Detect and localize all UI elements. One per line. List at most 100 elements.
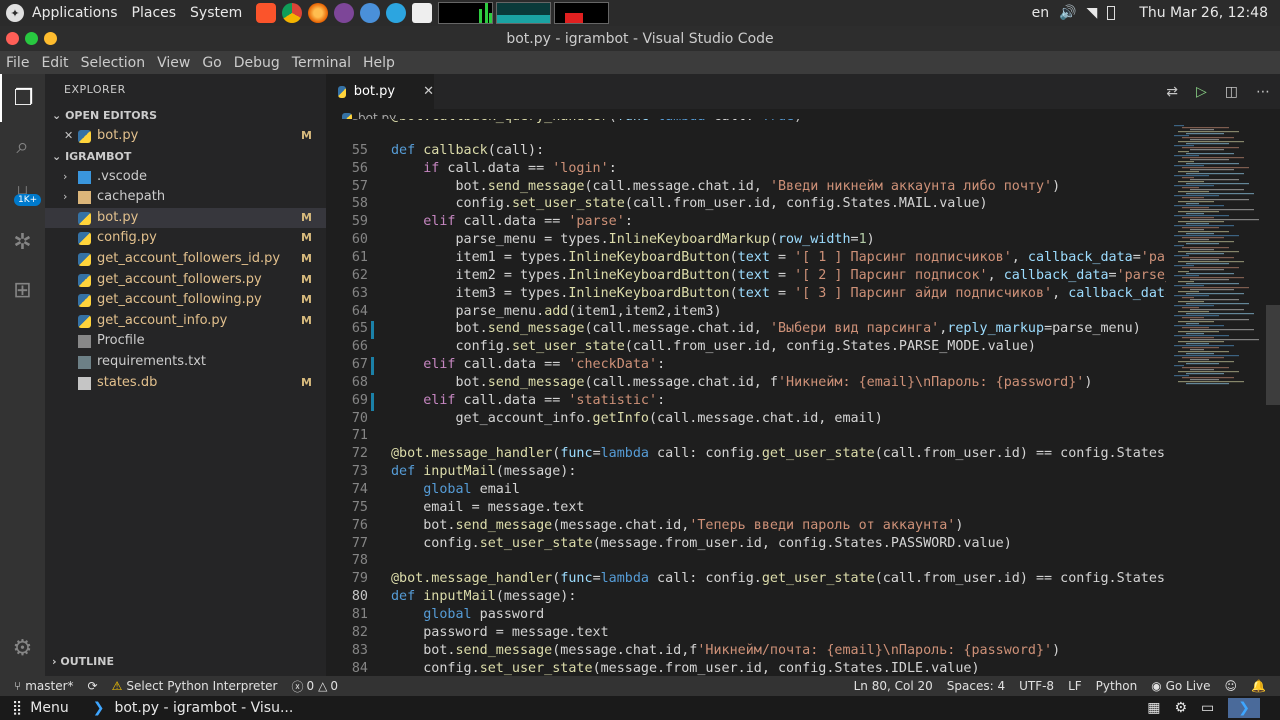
code-line[interactable]: bot.send_message(message.chat.id,f'Никне… [391, 643, 1060, 658]
code-line[interactable]: item2 = types.InlineKeyboardButton(text … [391, 268, 1166, 283]
code-line[interactable]: @bot.callback_query_handler(func=lambda … [391, 119, 802, 124]
feedback-icon[interactable]: ☺ [1225, 679, 1238, 693]
code-line[interactable]: parse_menu = types.InlineKeyboardMarkup(… [391, 232, 874, 247]
settings-gear-icon[interactable]: ⚙ [0, 624, 45, 672]
code-line[interactable]: elif call.data == 'parse': [391, 214, 633, 229]
firefox-icon[interactable] [308, 3, 329, 23]
notifications-icon[interactable]: 🔔 [1251, 679, 1266, 693]
code-line[interactable]: def callback(call): [391, 143, 544, 158]
encoding[interactable]: UTF-8 [1019, 679, 1054, 693]
close-icon[interactable]: ✕ [423, 84, 434, 99]
close-icon[interactable]: ✕ [64, 126, 73, 147]
outline-section[interactable]: › OUTLINE [45, 652, 114, 672]
code-line[interactable]: bot.send_message(call.message.chat.id, f… [391, 375, 1092, 390]
file-tree-item[interactable]: Procfile [45, 331, 326, 352]
terminal-icon[interactable] [412, 3, 433, 23]
tray-folder-icon[interactable]: ▭ [1201, 700, 1214, 716]
code-line[interactable]: global password [391, 607, 544, 622]
menu-view[interactable]: View [157, 55, 190, 71]
menu-debug[interactable]: Debug [234, 55, 280, 71]
menu-terminal[interactable]: Terminal [292, 55, 351, 71]
line-endings[interactable]: LF [1068, 679, 1082, 693]
taskbar-menu[interactable]: Menu [30, 700, 68, 716]
menu-file[interactable]: File [6, 55, 29, 71]
code-line[interactable]: parse_menu.add(item1,item2,item3) [391, 304, 721, 319]
code-line[interactable]: password = message.text [391, 625, 608, 640]
branch-name[interactable]: master* [25, 679, 73, 693]
code-editor[interactable]: 54 @bot.callback_query_handler(func=lambd… [326, 119, 1166, 676]
code-line[interactable]: if call.data == 'login': [391, 161, 617, 176]
explorer-icon[interactable]: ❐ [0, 74, 45, 122]
code-line[interactable]: bot.send_message(message.chat.id,'Теперь… [391, 518, 963, 533]
split-editor-icon[interactable]: ◫ [1225, 84, 1238, 100]
file-tree-item[interactable]: get_account_followers_id.py M [45, 249, 326, 270]
code-line[interactable]: config.set_user_state(call.from_user.id,… [391, 339, 1035, 354]
menu-help[interactable]: Help [363, 55, 395, 71]
extensions-icon[interactable]: ⊞ [0, 266, 45, 314]
code-line[interactable]: @bot.message_handler(func=lambda call: c… [391, 571, 1166, 586]
menu-selection[interactable]: Selection [81, 55, 146, 71]
project-section[interactable]: ⌄ IGRAMBOT [45, 147, 326, 167]
file-tree-item[interactable]: bot.py M [45, 207, 326, 229]
code-line[interactable]: global email [391, 482, 520, 497]
code-line[interactable]: elif call.data == 'statistic': [391, 393, 665, 408]
distro-logo-icon[interactable]: ✦ [6, 4, 24, 22]
python-interpreter[interactable]: Select Python Interpreter [126, 679, 277, 693]
code-line[interactable]: email = message.text [391, 500, 584, 515]
chrome-icon[interactable] [282, 3, 303, 23]
taskbar-task[interactable]: bot.py - igrambot - Visu... [114, 700, 293, 716]
errors-icon[interactable]: ⓧ [291, 678, 303, 695]
code-line[interactable]: elif call.data == 'checkData': [391, 357, 665, 372]
minimap[interactable] [1166, 119, 1266, 676]
more-actions-icon[interactable]: ⋯ [1256, 84, 1270, 100]
file-tree-item[interactable]: get_account_followers.py M [45, 270, 326, 291]
volume-icon[interactable]: 🔊 [1059, 5, 1076, 21]
code-line[interactable]: config.set_user_state(call.from_user.id,… [391, 196, 987, 211]
menu-go[interactable]: Go [202, 55, 221, 71]
minimize-window-button[interactable] [25, 32, 38, 45]
file-tree-item[interactable]: › cachepath [45, 187, 326, 208]
tray-vscode-icon[interactable]: ❯ [1228, 698, 1260, 718]
code-line[interactable]: bot.send_message(call.message.chat.id, '… [391, 179, 1060, 194]
clock[interactable]: Thu Mar 26, 12:48 [1139, 5, 1268, 21]
telegram-icon[interactable] [386, 3, 407, 23]
code-line[interactable]: bot.send_message(call.message.chat.id, '… [391, 321, 1140, 336]
code-line[interactable]: def inputMail(message): [391, 464, 576, 479]
run-icon[interactable]: ▷ [1196, 84, 1207, 100]
open-editor-item[interactable]: ✕ bot.py M [45, 126, 326, 147]
file-tree-item[interactable]: states.db M [45, 373, 326, 394]
menu-edit[interactable]: Edit [41, 55, 68, 71]
keyboard-layout[interactable]: en [1032, 5, 1050, 21]
cursor-position[interactable]: Ln 80, Col 20 [854, 679, 933, 693]
sync-icon[interactable]: ⟳ [88, 679, 98, 693]
code-line[interactable]: config.set_user_state(message.from_user.… [391, 536, 1012, 551]
file-tree-item[interactable]: get_account_info.py M [45, 311, 326, 332]
tor-icon[interactable] [334, 3, 355, 23]
code-line[interactable]: @bot.message_handler(func=lambda call: c… [391, 446, 1166, 461]
errors-count[interactable]: 0 [306, 679, 314, 693]
brave-icon[interactable] [256, 3, 277, 23]
tray-settings-icon[interactable]: ⚙ [1174, 700, 1187, 716]
code-line[interactable]: item1 = types.InlineKeyboardButton(text … [391, 250, 1166, 265]
code-line[interactable]: get_account_info.getInfo(call.message.ch… [391, 411, 882, 426]
file-tree-item[interactable]: get_account_following.py M [45, 290, 326, 311]
file-tree-item[interactable]: requirements.txt [45, 352, 326, 373]
vertical-scrollbar[interactable] [1266, 305, 1280, 405]
apps-grid-icon[interactable]: ⣿ [12, 700, 22, 716]
menu-system[interactable]: System [190, 5, 242, 21]
file-tree-item[interactable]: config.py M [45, 228, 326, 249]
debug-icon[interactable]: ✲ [0, 218, 45, 266]
tray-app-icon[interactable]: ▦ [1147, 700, 1160, 716]
network-app-icon[interactable] [360, 3, 381, 23]
menu-applications[interactable]: Applications [32, 5, 118, 21]
branch-icon[interactable]: ⑂ [14, 679, 21, 693]
maximize-window-button[interactable] [44, 32, 57, 45]
indentation[interactable]: Spaces: 4 [947, 679, 1005, 693]
search-icon[interactable]: ⌕ [0, 122, 45, 170]
battery-icon[interactable] [1107, 6, 1116, 20]
warnings-count[interactable]: 0 [330, 679, 338, 693]
code-line[interactable]: def inputMail(message): [391, 589, 576, 604]
open-changes-icon[interactable]: ⇄ [1166, 84, 1178, 100]
file-tree-item[interactable]: › .vscode [45, 167, 326, 188]
language-mode[interactable]: Python [1096, 679, 1138, 693]
